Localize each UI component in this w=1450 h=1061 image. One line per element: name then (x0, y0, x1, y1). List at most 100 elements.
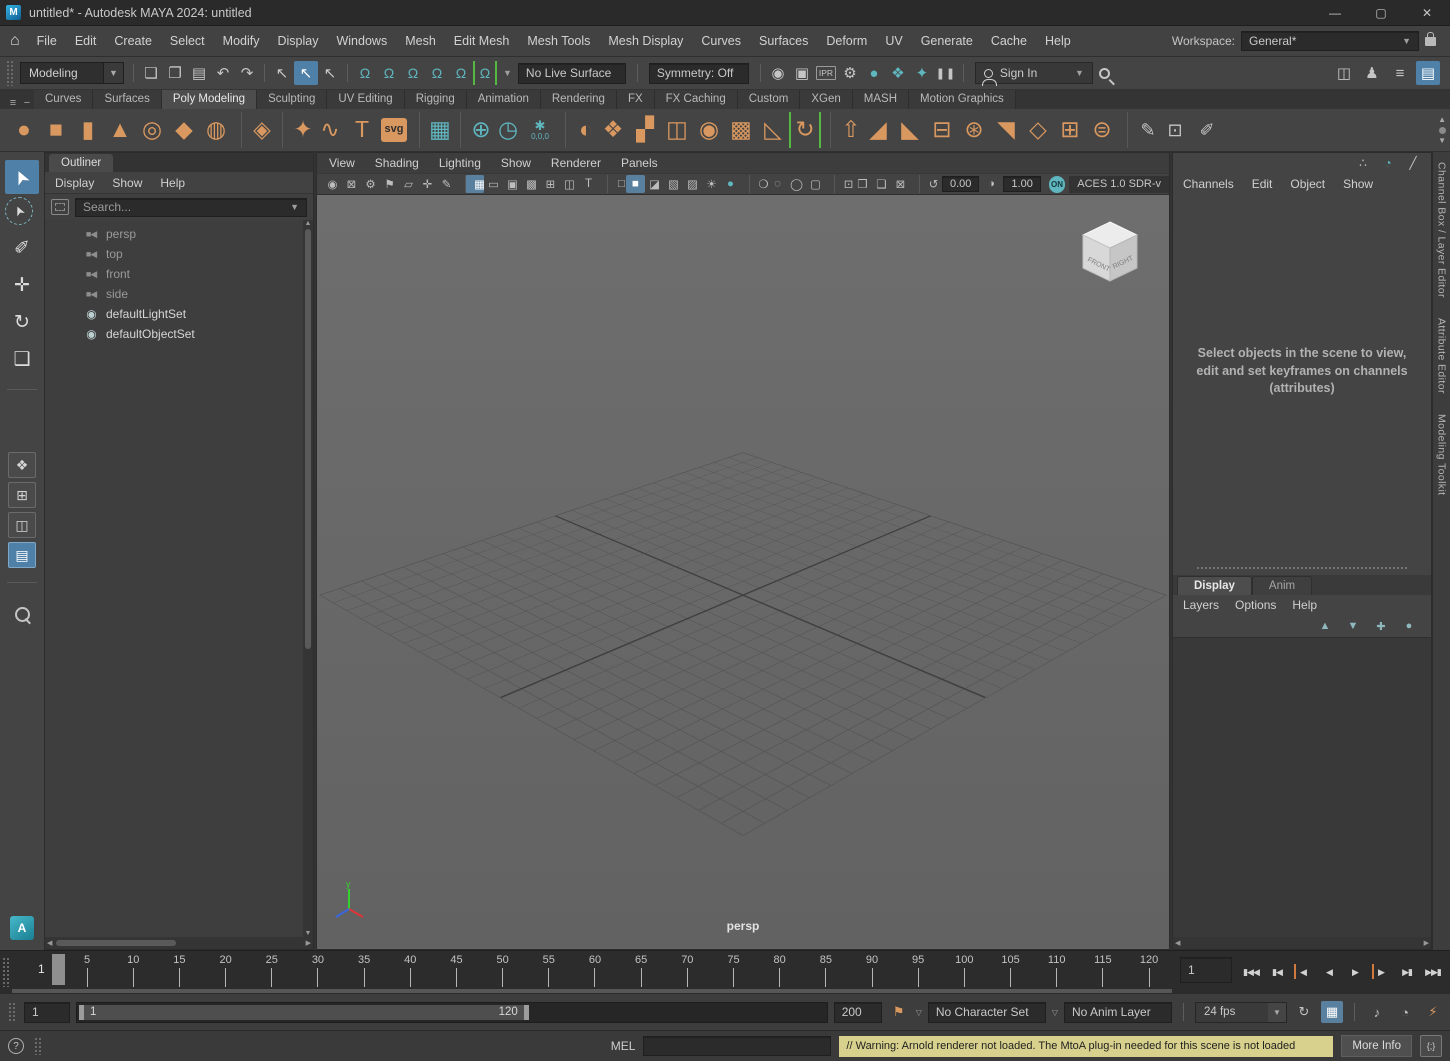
helix-icon[interactable]: ∿ (314, 112, 346, 148)
outliner-menu-item[interactable]: Display (55, 176, 94, 190)
layer-editor-menu-item[interactable]: Options (1235, 598, 1276, 612)
scroll-thumb[interactable] (56, 940, 176, 946)
symmetry-field[interactable]: Symmetry: Off (649, 63, 749, 84)
menu-item[interactable]: File (28, 34, 66, 48)
channel-box-toggle[interactable]: ≡ (1388, 61, 1412, 85)
safe-title-icon[interactable]: T (579, 175, 598, 193)
command-line-grip[interactable] (34, 1037, 42, 1055)
exposure-icon[interactable]: ↺ (919, 175, 938, 193)
maximize-button[interactable]: ▢ (1358, 0, 1404, 26)
single-pane-layout-button[interactable]: ❖ (8, 452, 36, 478)
step-forward-frame-button[interactable]: ▶▮ (1394, 955, 1420, 989)
poly-sphere-icon[interactable]: ● (8, 112, 40, 148)
render-setup-button[interactable]: ❖ (886, 61, 910, 85)
attribute-editor-toggle[interactable]: ▤ (1416, 61, 1440, 85)
time-sync-icon[interactable]: ◔ (1394, 1001, 1416, 1023)
playback-loop-icon[interactable]: ↻ (1293, 1001, 1315, 1023)
use-default-material-icon[interactable]: ▨ (683, 175, 702, 193)
snap-to-curve-button[interactable]: Ω (377, 61, 401, 85)
speed-state-icon[interactable]: ◔ (1380, 155, 1396, 171)
bevel-icon[interactable]: ◢ (862, 112, 894, 148)
rotate-tool[interactable]: ↻ (5, 305, 39, 339)
viewport-menu-item[interactable]: Shading (375, 156, 419, 170)
four-pane-layout-button[interactable]: ⊞ (8, 482, 36, 508)
pencil-curve-icon[interactable]: ✐ (1191, 112, 1223, 148)
more-info-button[interactable]: More Info (1341, 1035, 1412, 1057)
edit-lattice-icon[interactable]: ⊡ (1159, 112, 1191, 148)
type-tool-icon[interactable]: T (346, 112, 378, 148)
sphere-project-icon[interactable]: ⊜ (1086, 112, 1118, 148)
avatar[interactable]: A (10, 916, 34, 940)
outliner-horizontal-scrollbar[interactable]: ◀ ▶ (45, 937, 313, 949)
character-controls-toggle[interactable]: ♟ (1360, 61, 1384, 85)
render-current-frame-button[interactable]: ▣ (790, 61, 814, 85)
fps-select[interactable]: 24 fps ▼ (1195, 1002, 1287, 1023)
modeling-toolkit-toggle[interactable]: ◫ (1332, 61, 1356, 85)
channel-box-menu-item[interactable]: Edit (1252, 177, 1273, 191)
step-back-frame-button[interactable]: ▮◀ (1264, 955, 1290, 989)
menu-item[interactable]: Curves (692, 34, 750, 48)
shelf-tab[interactable]: Motion Graphics (909, 90, 1016, 109)
paint-select-tool[interactable]: ✐ (5, 231, 39, 265)
outliner-item[interactable]: ■◀ top (45, 244, 303, 264)
lattice-icon[interactable]: ⊞ (1054, 112, 1086, 148)
script-editor-icon[interactable]: {;} (1420, 1035, 1442, 1057)
tab-channel-box-layer-editor[interactable]: Channel Box / Layer Editor (1436, 152, 1448, 308)
layer-list[interactable] (1173, 637, 1431, 937)
gain-icon[interactable]: ◑ (983, 175, 999, 193)
channel-box-menu-item[interactable]: Show (1343, 177, 1373, 191)
step-forward-key-button[interactable]: ▶ (1368, 955, 1394, 989)
playhead[interactable] (52, 954, 65, 985)
move-tool[interactable]: ✛ (5, 268, 39, 302)
layer-editor-menu-item[interactable]: Help (1292, 598, 1317, 612)
delete-history-icon[interactable]: ◷ (492, 112, 524, 148)
shelf-tab[interactable]: Rendering (541, 90, 617, 109)
flip-icon[interactable]: ◥ (990, 112, 1022, 148)
viewport-menu-item[interactable]: Panels (621, 156, 658, 170)
close-button[interactable]: ✕ (1404, 0, 1450, 26)
pan-zoom-2d-icon[interactable]: ✛ (418, 175, 437, 193)
chamfer-icon[interactable]: ◣ (894, 112, 926, 148)
camera-attributes-icon[interactable]: ⚙ (361, 175, 380, 193)
outliner-item[interactable]: ◉ defaultObjectSet (45, 324, 303, 344)
hyperbolic-graph-icon[interactable]: ╱ (1405, 155, 1421, 171)
playback-speed-icon[interactable]: ⚡ (1422, 1001, 1444, 1023)
step-back-key-button[interactable]: ◀ (1290, 955, 1316, 989)
poly-cube-icon[interactable]: ■ (40, 112, 72, 148)
shelf-tab[interactable]: MASH (853, 90, 909, 109)
shelf-tab[interactable]: UV Editing (327, 90, 404, 109)
select-by-name-icon[interactable] (51, 199, 69, 215)
render-view-button[interactable]: ◉ (766, 61, 790, 85)
command-input[interactable] (643, 1036, 831, 1056)
resolution-gate-icon[interactable]: ▣ (503, 175, 522, 193)
poly-disc-icon[interactable]: ◍ (200, 112, 232, 148)
redo-button[interactable]: ↷ (235, 61, 259, 85)
freeze-transform-icon[interactable]: ✱ 0,0,0 (524, 112, 556, 148)
outliner-tab[interactable]: Outliner (49, 154, 113, 172)
view-cube[interactable]: FRONT RIGHT (1077, 217, 1143, 289)
mirror-icon[interactable]: ◫ (661, 112, 693, 148)
shelf-tab[interactable]: Curves (34, 90, 93, 109)
poly-cylinder-icon[interactable]: ▮ (72, 112, 104, 148)
super-shape-icon[interactable]: ✦ (282, 112, 314, 148)
anim-layer-field[interactable]: No Anim Layer (1064, 1002, 1172, 1023)
layer-horizontal-scrollbar[interactable]: ◀ ▶ (1173, 937, 1431, 949)
animation-preferences-icon[interactable]: ▦ (1321, 1001, 1343, 1023)
scale-tool[interactable]: ❑ (5, 342, 39, 376)
gain-field[interactable]: 1.00 (1003, 176, 1040, 192)
shelf-tab[interactable]: Surfaces (93, 90, 161, 109)
go-to-end-button[interactable]: ▶▶▮ (1420, 955, 1446, 989)
pane-copy-icon[interactable]: ❐ (853, 175, 872, 193)
command-language-label[interactable]: MEL (611, 1039, 636, 1053)
outliner-search-input[interactable]: Search... ▼ (75, 198, 307, 217)
outliner-item[interactable]: ■◀ side (45, 284, 303, 304)
lock-camera-icon[interactable]: ⊠ (342, 175, 361, 193)
menu-item[interactable]: Edit (66, 34, 106, 48)
shelf-tab[interactable]: Rigging (405, 90, 467, 109)
color-management-toggle[interactable]: ON (1049, 176, 1065, 193)
menu-item[interactable]: Help (1036, 34, 1080, 48)
viewport-menu-item[interactable]: Lighting (439, 156, 481, 170)
layer-editor-tab[interactable]: Anim (1252, 576, 1312, 595)
outliner-persp-layout-button[interactable]: ▤ (8, 542, 36, 568)
viewport-scene[interactable]: FRONT RIGHT y persp (317, 195, 1169, 949)
